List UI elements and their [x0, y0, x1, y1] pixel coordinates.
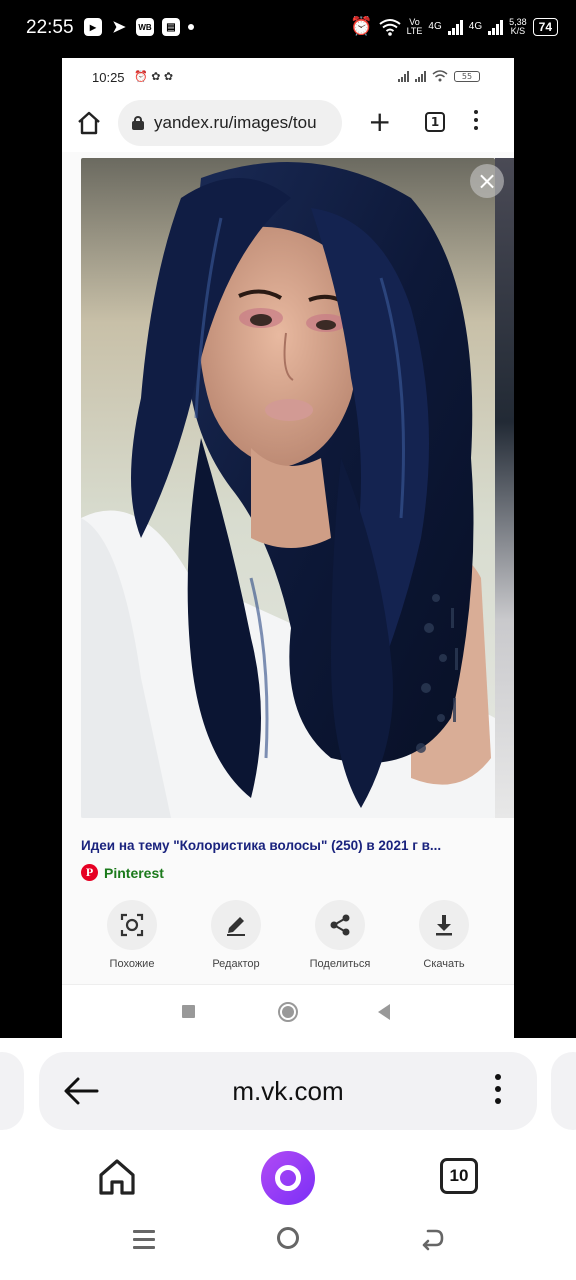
next-image-peek[interactable]: [495, 158, 514, 818]
home-circle-icon[interactable]: [278, 1002, 298, 1022]
next-tab-peek[interactable]: [551, 1052, 576, 1130]
net-speed-unit: K/S: [510, 25, 526, 36]
signal-icon-2: [488, 19, 504, 35]
recent-apps-icon[interactable]: [182, 1005, 195, 1018]
lock-icon: [132, 116, 144, 130]
system-back-icon[interactable]: [420, 1227, 446, 1251]
alarm-icon: ⏰: [350, 16, 373, 36]
editor-label: Редактор: [212, 958, 260, 970]
source-name: Pinterest: [104, 864, 164, 881]
network-4g-a: 4G: [428, 21, 442, 32]
download-button[interactable]: Скачать: [394, 900, 494, 970]
pinterest-logo-icon: P: [81, 864, 98, 881]
status-right: ⏰ Vo LTE 4G 4G 5,38 K/S 74: [350, 16, 558, 37]
address-bar[interactable]: m.vk.com: [39, 1052, 537, 1130]
notification-icons: ▶ ➤ WB ▤: [84, 18, 194, 36]
share-icon: [315, 900, 365, 950]
embedded-screenshot: 10:25 ⏰ ✿ ✿ 55 yandex.ru/images/tou + 1: [62, 58, 514, 1038]
pencil-icon: [211, 900, 261, 950]
inner-url-bar[interactable]: yandex.ru/images/tou: [118, 100, 342, 146]
radio-icon: ▤: [162, 18, 180, 36]
inner-signal-icon-2: [415, 70, 426, 82]
tabs-count-button[interactable]: 10: [440, 1158, 478, 1194]
close-icon[interactable]: ×: [470, 164, 504, 198]
inner-signal-icon: [398, 70, 409, 82]
youtube-icon: ▶: [84, 18, 102, 36]
image-caption-link[interactable]: Идеи на тему "Колористика волосы" (250) …: [81, 838, 501, 853]
system-menu-icon[interactable]: [133, 1230, 155, 1249]
inner-overflow-menu-icon[interactable]: [474, 110, 478, 130]
inner-battery: 55: [454, 70, 480, 82]
battery-indicator: 74: [532, 17, 558, 36]
image-actions: Похожие Редактор Поделиться Скачать: [82, 900, 494, 970]
wifi-icon: [378, 18, 401, 36]
net-speed: 5,38 K/S: [509, 17, 527, 36]
volte-label: Vo LTE: [406, 17, 423, 36]
alice-assistant-icon[interactable]: [261, 1151, 315, 1205]
overflow-menu-icon[interactable]: [495, 1074, 501, 1104]
inner-tabs-button[interactable]: 1: [425, 112, 445, 132]
share-label: Поделиться: [309, 958, 371, 970]
share-button[interactable]: Поделиться: [290, 900, 390, 970]
outer-browser-bottom: m.vk.com 10: [0, 1038, 576, 1280]
new-tab-plus-icon[interactable]: +: [368, 108, 391, 136]
more-notifications-dot: [188, 24, 194, 30]
inner-status-right: 55: [398, 70, 480, 82]
browser-home-icon[interactable]: [96, 1156, 138, 1198]
address-text: m.vk.com: [232, 1076, 344, 1106]
previous-tab-peek[interactable]: [0, 1052, 24, 1130]
download-icon: [419, 900, 469, 950]
image-source[interactable]: P Pinterest: [81, 864, 164, 881]
network-4g-b: 4G: [468, 21, 483, 32]
home-icon[interactable]: [76, 110, 102, 136]
telegram-icon: ➤: [112, 19, 126, 36]
inner-status-time: 10:25: [92, 70, 125, 85]
similar-button[interactable]: Похожие: [82, 900, 182, 970]
signal-icon: [447, 19, 463, 35]
lens-icon: [107, 900, 157, 950]
download-label: Скачать: [423, 958, 465, 970]
inner-notification-icons: ⏰ ✿ ✿: [134, 70, 174, 83]
inner-browser-toolbar: yandex.ru/images/tou + 1: [62, 96, 514, 152]
wb-icon: WB: [136, 18, 154, 36]
similar-label: Похожие: [109, 958, 155, 970]
editor-button[interactable]: Редактор: [186, 900, 286, 970]
status-time: 22:55: [26, 17, 74, 38]
inner-status-bar: 10:25 ⏰ ✿ ✿ 55: [62, 58, 514, 96]
back-triangle-icon[interactable]: [378, 1004, 390, 1020]
inner-navigation-bar: [62, 984, 514, 1038]
photo-woman-dark-blue-hair[interactable]: [81, 158, 495, 818]
inner-wifi-icon: [432, 70, 448, 82]
system-home-icon[interactable]: [277, 1227, 299, 1249]
volte-label-bottom: LTE: [406, 25, 423, 36]
status-bar: 22:55 ▶ ➤ WB ▤ ⏰ Vo LTE 4G 4G 5,38 K/S 74: [0, 0, 576, 58]
inner-url-text: yandex.ru/images/tou: [154, 113, 317, 132]
